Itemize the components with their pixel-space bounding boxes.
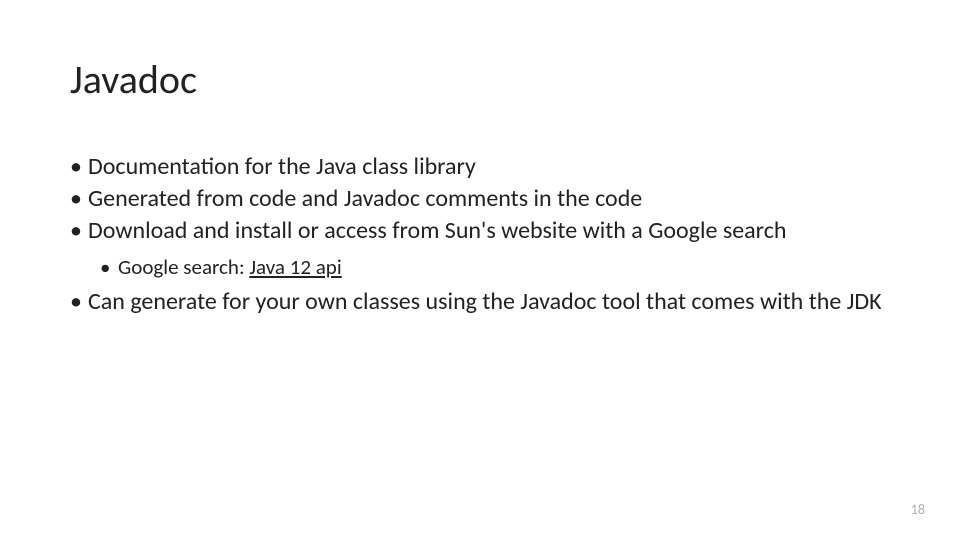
bullet-item: Generated from code and Javadoc comments… <box>70 184 890 214</box>
bullet-list-2: Can generate for your own classes using … <box>70 287 890 317</box>
bullet-list: Documentation for the Java class library… <box>70 152 890 246</box>
search-link[interactable]: Java 12 api <box>249 254 341 280</box>
slide-container: Javadoc Documentation for the Java class… <box>0 0 960 540</box>
slide-title: Javadoc <box>70 55 890 104</box>
page-number: 18 <box>911 501 925 518</box>
sub-bullet-item: Google search: Java 12 api <box>70 254 890 281</box>
bullet-item: Download and install or access from Sun'… <box>70 216 890 246</box>
sub-bullet-prefix: Google search: <box>118 254 249 280</box>
sub-bullet-list: Google search: Java 12 api <box>70 254 890 281</box>
bullet-item: Documentation for the Java class library <box>70 152 890 182</box>
bullet-item: Can generate for your own classes using … <box>70 287 890 317</box>
